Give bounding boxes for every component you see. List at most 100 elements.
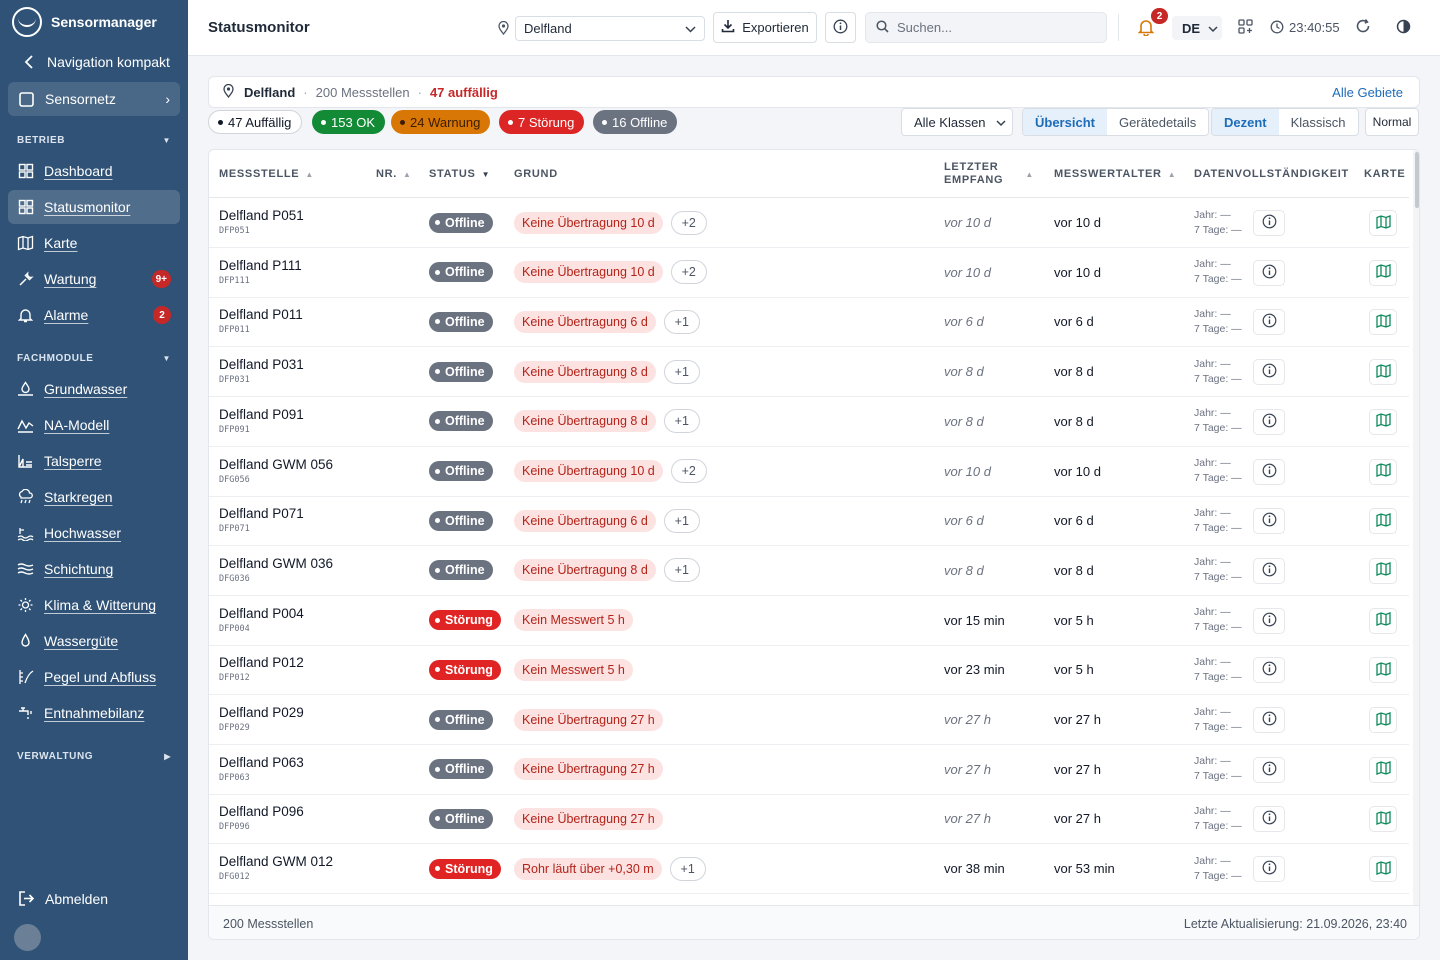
refresh-icon[interactable] <box>1355 18 1371 37</box>
show-on-map-button[interactable] <box>1369 657 1397 684</box>
density-button[interactable]: Normal <box>1365 108 1419 136</box>
completeness-info-button[interactable] <box>1253 458 1285 485</box>
col-reason[interactable]: GRUND <box>514 150 558 198</box>
table-row[interactable]: Delfland GWM 056 DFG056 Offline Keine Übert… <box>209 447 1409 497</box>
table-row[interactable]: Delfland P091 DFP091 Offline Keine Übertrag… <box>209 397 1409 447</box>
sidebar-item-statusmonitor[interactable]: Statusmonitor <box>8 190 180 224</box>
filter-offline[interactable]: 16 Offline <box>593 110 678 134</box>
completeness-info-button[interactable] <box>1253 756 1285 783</box>
brand[interactable]: Sensormanager <box>0 0 188 44</box>
col-station[interactable]: MESSSTELLE ▲ <box>219 150 314 198</box>
more-reasons-button[interactable]: +2 <box>670 260 707 285</box>
show-on-map-button[interactable] <box>1369 408 1397 435</box>
search-input[interactable] <box>897 20 1097 35</box>
sidebar-item-alarme[interactable]: Alarme 2 <box>8 298 180 332</box>
region-select[interactable]: Delfland <box>515 16 705 41</box>
sidebar-item-grundwasser[interactable]: Grundwasser <box>8 372 180 406</box>
show-on-map-button[interactable] <box>1369 210 1397 236</box>
sidebar-item-hochwasser[interactable]: Hochwasser <box>8 516 180 550</box>
section-fachmodule[interactable]: FACHMODULE ▼ <box>0 346 188 370</box>
export-button[interactable]: Exportieren <box>713 12 817 43</box>
table-row[interactable]: Delfland P031 DFP031 Offline Keine Übertrag… <box>209 347 1409 398</box>
nav-compact-toggle[interactable]: Navigation kompakt <box>0 44 188 80</box>
tab-classic[interactable]: Klassisch <box>1279 109 1358 135</box>
col-value-age[interactable]: MESSWERTALTER ▲ <box>1054 150 1176 198</box>
show-on-map-button[interactable] <box>1369 756 1397 783</box>
show-on-map-button[interactable] <box>1369 458 1397 485</box>
sidebar-item-wassergüte[interactable]: Wassergüte <box>8 624 180 658</box>
station-name[interactable]: Delfland P004 <box>219 606 304 621</box>
sidebar-item-klima-witterung[interactable]: Klima & Witterung <box>8 588 180 622</box>
show-on-map-button[interactable] <box>1369 259 1397 286</box>
col-completeness[interactable]: DATENVOLLSTÄNDIGKEIT <box>1194 150 1349 198</box>
more-reasons-button[interactable]: +1 <box>663 359 700 384</box>
table-row[interactable]: Delfland P071 DFP071 Offline Keine Übertrag… <box>209 496 1409 547</box>
show-on-map-button[interactable] <box>1369 508 1397 535</box>
filter-abnormal[interactable]: 47 Auffällig <box>208 110 303 134</box>
show-on-map-button[interactable] <box>1369 707 1397 733</box>
station-name[interactable]: Delfland GWM 012 <box>219 854 333 869</box>
sidebar-item-talsperre[interactable]: Talsperre <box>8 444 180 478</box>
completeness-info-button[interactable] <box>1253 607 1285 634</box>
station-name[interactable]: Delfland P051 <box>219 208 304 223</box>
col-map[interactable]: KARTE <box>1364 150 1405 198</box>
show-on-map-button[interactable] <box>1369 359 1397 386</box>
more-reasons-button[interactable]: +1 <box>663 558 700 583</box>
station-name[interactable]: Delfland GWM 056 <box>219 457 333 472</box>
station-name[interactable]: Delfland P031 <box>219 357 304 372</box>
station-name[interactable]: Delfland GWM 036 <box>219 556 333 571</box>
station-name[interactable]: Delfland P091 <box>219 407 304 422</box>
completeness-info-button[interactable] <box>1253 657 1285 684</box>
section-betrieb[interactable]: BETRIEB ▼ <box>0 128 188 152</box>
table-row[interactable]: Delfland P011 DFP011 Offline Keine Übertrag… <box>209 297 1409 348</box>
table-row[interactable]: Delfland P111 DFP111 Offline Keine Übertrag… <box>209 248 1409 298</box>
sidebar-item-karte[interactable]: Karte <box>8 226 180 260</box>
tab-overview[interactable]: Übersicht <box>1023 109 1107 135</box>
table-row[interactable]: Delfland P004 DFP004 Störung Kein Messwert … <box>209 596 1409 646</box>
sidebar-item-starkregen[interactable]: Starkregen <box>8 480 180 514</box>
completeness-info-button[interactable] <box>1253 856 1285 883</box>
station-name[interactable]: Delfland P011 <box>219 307 303 322</box>
station-name[interactable]: Delfland P029 <box>219 705 304 720</box>
table-row[interactable]: Delfland GWM 012 DFG012 Störung Rohr läuft … <box>209 844 1409 895</box>
table-row[interactable]: Delfland P012 DFP012 Störung Kein Messwert … <box>209 645 1409 696</box>
widgets-grid-icon[interactable] <box>1238 19 1253 37</box>
avatar[interactable] <box>14 924 41 951</box>
logout-button[interactable]: Abmelden <box>18 890 108 907</box>
show-on-map-button[interactable] <box>1369 557 1397 584</box>
completeness-info-button[interactable] <box>1253 309 1285 336</box>
filter-warning[interactable]: 24 Warnung <box>391 110 491 134</box>
sidebar-item-pegel-und-abfluss[interactable]: Pegel und Abfluss <box>8 660 180 694</box>
completeness-info-button[interactable] <box>1253 806 1285 833</box>
filter-ok[interactable]: 153 OK <box>312 110 386 134</box>
table-row[interactable]: Delfland GWM 036 DFG036 Offline Keine Übert… <box>209 546 1409 596</box>
tab-subtle[interactable]: Dezent <box>1212 109 1279 135</box>
info-button[interactable] <box>825 12 856 43</box>
completeness-info-button[interactable] <box>1253 508 1285 535</box>
more-reasons-button[interactable]: +2 <box>670 210 707 235</box>
show-on-map-button[interactable] <box>1369 806 1397 833</box>
contrast-icon[interactable] <box>1396 19 1411 37</box>
more-reasons-button[interactable]: +1 <box>663 309 700 334</box>
more-reasons-button[interactable]: +1 <box>669 856 706 881</box>
completeness-info-button[interactable] <box>1253 359 1285 386</box>
sidebar-item-entnahmebilanz[interactable]: Entnahmebilanz <box>8 696 180 730</box>
table-scrollbar[interactable] <box>1413 150 1419 905</box>
col-last-received[interactable]: LETZTER EMPFANG ▲ <box>944 150 1034 198</box>
more-reasons-button[interactable]: +2 <box>670 459 707 483</box>
show-on-map-button[interactable] <box>1369 856 1397 883</box>
station-name[interactable]: Delfland P012 <box>219 655 304 670</box>
section-verwaltung[interactable]: VERWALTUNG ▶ <box>0 744 188 768</box>
all-areas-link[interactable]: Alle Gebiete <box>1332 85 1403 100</box>
completeness-info-button[interactable] <box>1253 557 1285 584</box>
completeness-info-button[interactable] <box>1253 707 1285 733</box>
filter-error[interactable]: 7 Störung <box>499 110 585 134</box>
sidebar-item-wartung[interactable]: Wartung 9+ <box>8 262 180 296</box>
tab-device-details[interactable]: Gerätedetails <box>1107 109 1208 135</box>
table-row[interactable]: Delfland P096 DFP096 Offline Keine Übertrag… <box>209 794 1409 845</box>
station-name[interactable]: Delfland P071 <box>219 506 304 521</box>
sidebar-item-na-modell[interactable]: NA-Modell <box>8 408 180 442</box>
sensornetz-selector[interactable]: Sensornetz › <box>8 82 180 116</box>
table-row[interactable]: Delfland P063 DFP063 Offline Keine Übertrag… <box>209 745 1409 795</box>
more-reasons-button[interactable]: +1 <box>663 508 700 533</box>
